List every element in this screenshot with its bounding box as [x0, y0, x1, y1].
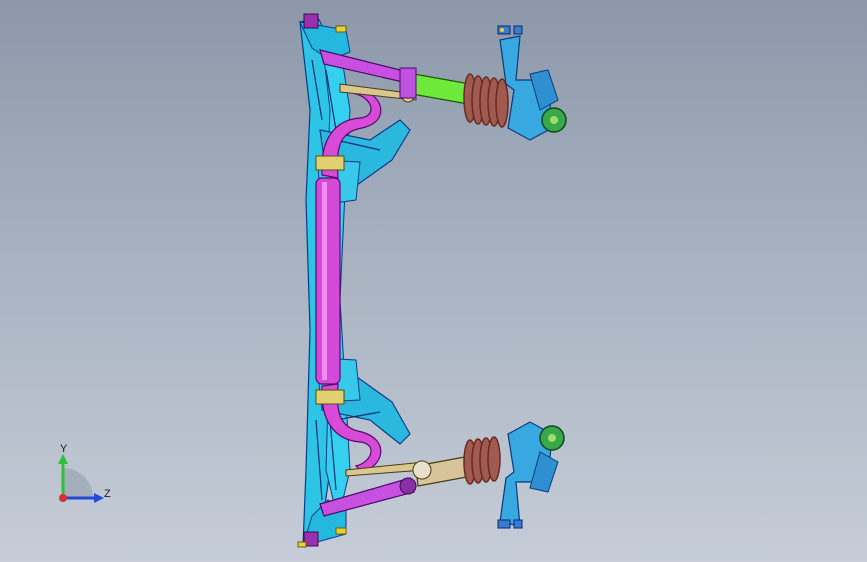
suspension-assembly-model[interactable] — [0, 0, 867, 562]
y-axis-arrow-icon — [58, 454, 68, 464]
z-axis-arrow-icon — [94, 493, 104, 503]
damper-mount-top — [399, 67, 417, 99]
top-bolt-marker — [500, 28, 504, 32]
triad-xy-plane-sector — [63, 468, 93, 498]
orientation-triad[interactable]: Y Z — [48, 440, 118, 510]
lower-arm-bushing — [399, 477, 417, 495]
wheel-hub-bottom-center — [548, 434, 556, 442]
stabilizer-bar-highlight — [322, 182, 327, 380]
x-axis-origin-icon — [59, 494, 67, 502]
y-axis-label: Y — [60, 443, 68, 455]
z-axis-label: Z — [104, 488, 111, 500]
stabilizer-bar-tube — [315, 177, 341, 385]
coil-spring-top — [463, 73, 509, 128]
3d-viewport[interactable]: Y Z — [0, 0, 867, 562]
coil-spring-bottom — [463, 436, 501, 485]
damper-eye-bottom — [412, 460, 432, 480]
lower-tie-rod — [345, 461, 425, 477]
mount-bolt-bottom — [335, 527, 347, 535]
stabilizer-bushing-upper — [315, 155, 345, 171]
mount-bushing-top — [303, 13, 319, 29]
stabilizer-bushing-lower — [315, 389, 345, 405]
damper-body-top — [411, 73, 471, 105]
wheel-hub-top-center — [550, 116, 558, 124]
strut-bottom-bolt-b — [513, 519, 523, 529]
mount-bolt-top — [335, 25, 347, 33]
strut-assembly-top — [399, 25, 567, 141]
strut-assembly-bottom — [412, 421, 565, 529]
mount-bolt-left-bottom — [297, 541, 307, 548]
strut-bottom-bolt-a — [497, 519, 511, 529]
strut-top-bolt-b — [513, 25, 523, 35]
